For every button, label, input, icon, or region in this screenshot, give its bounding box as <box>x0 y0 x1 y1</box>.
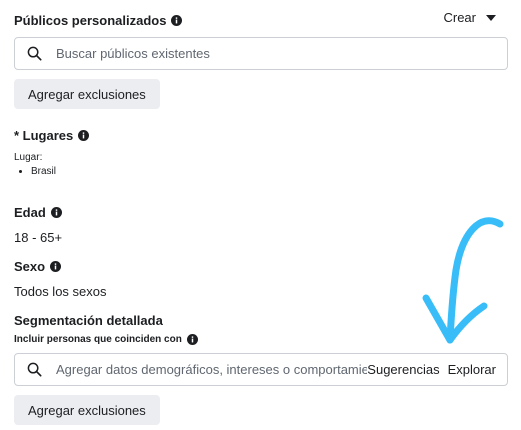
suggestions-link[interactable]: Sugerencias <box>367 362 439 377</box>
gender-value: Todos los sexos <box>14 284 107 299</box>
bullet-icon <box>19 170 22 173</box>
location-sublabel: Lugar: <box>14 152 43 163</box>
custom-audiences-title: Públicos personalizados <box>14 13 167 28</box>
info-icon[interactable] <box>186 334 198 345</box>
location-item: Brasil <box>14 166 89 177</box>
detailed-targeting-title: Segmentación detallada <box>14 313 163 328</box>
locations-title: * Lugares <box>14 128 74 143</box>
caret-down-icon <box>486 14 496 21</box>
create-dropdown[interactable]: Crear <box>443 10 496 25</box>
custom-audiences-header: Públicos personalizados <box>14 13 183 28</box>
add-exclusions-button[interactable]: Agregar exclusiones <box>14 79 160 109</box>
location-item-label: Brasil <box>31 166 57 177</box>
age-value: 18 - 65+ <box>14 230 63 245</box>
detailed-targeting-subtitle: Incluir personas que coinciden con <box>14 334 182 345</box>
custom-audience-search-input[interactable] <box>56 46 507 61</box>
locations-header: * Lugares <box>14 128 90 143</box>
custom-audience-search[interactable] <box>14 37 508 70</box>
detailed-targeting-section: Segmentación detallada Incluir personas … <box>14 313 198 345</box>
search-icon <box>27 46 42 61</box>
search-icon <box>27 362 42 377</box>
custom-audiences-section: Públicos personalizados <box>14 13 183 28</box>
age-header: Edad <box>14 205 62 220</box>
gender-section: Sexo Todos los sexos <box>14 259 107 299</box>
explore-link[interactable]: Explorar <box>448 362 496 377</box>
detailed-targeting-links: Sugerencias Explorar <box>367 362 496 377</box>
detailed-add-exclusions-button[interactable]: Agregar exclusiones <box>14 395 160 425</box>
info-icon[interactable] <box>50 207 62 218</box>
age-title: Edad <box>14 205 46 220</box>
age-section: Edad 18 - 65+ <box>14 205 62 245</box>
detailed-targeting-search[interactable]: Sugerencias Explorar <box>14 353 508 386</box>
gender-header: Sexo <box>14 259 107 274</box>
detailed-targeting-subtitle-row: Incluir personas que coinciden con <box>14 334 198 345</box>
info-icon[interactable] <box>171 15 183 26</box>
create-label: Crear <box>443 10 476 25</box>
arrow-annotation <box>422 217 504 344</box>
locations-section: * Lugares Lugar: Brasil <box>14 128 90 177</box>
detailed-targeting-search-input[interactable] <box>56 362 368 377</box>
info-icon[interactable] <box>50 261 62 272</box>
info-icon[interactable] <box>78 130 90 141</box>
gender-title: Sexo <box>14 259 46 274</box>
detailed-targeting-header: Segmentación detallada <box>14 313 198 328</box>
